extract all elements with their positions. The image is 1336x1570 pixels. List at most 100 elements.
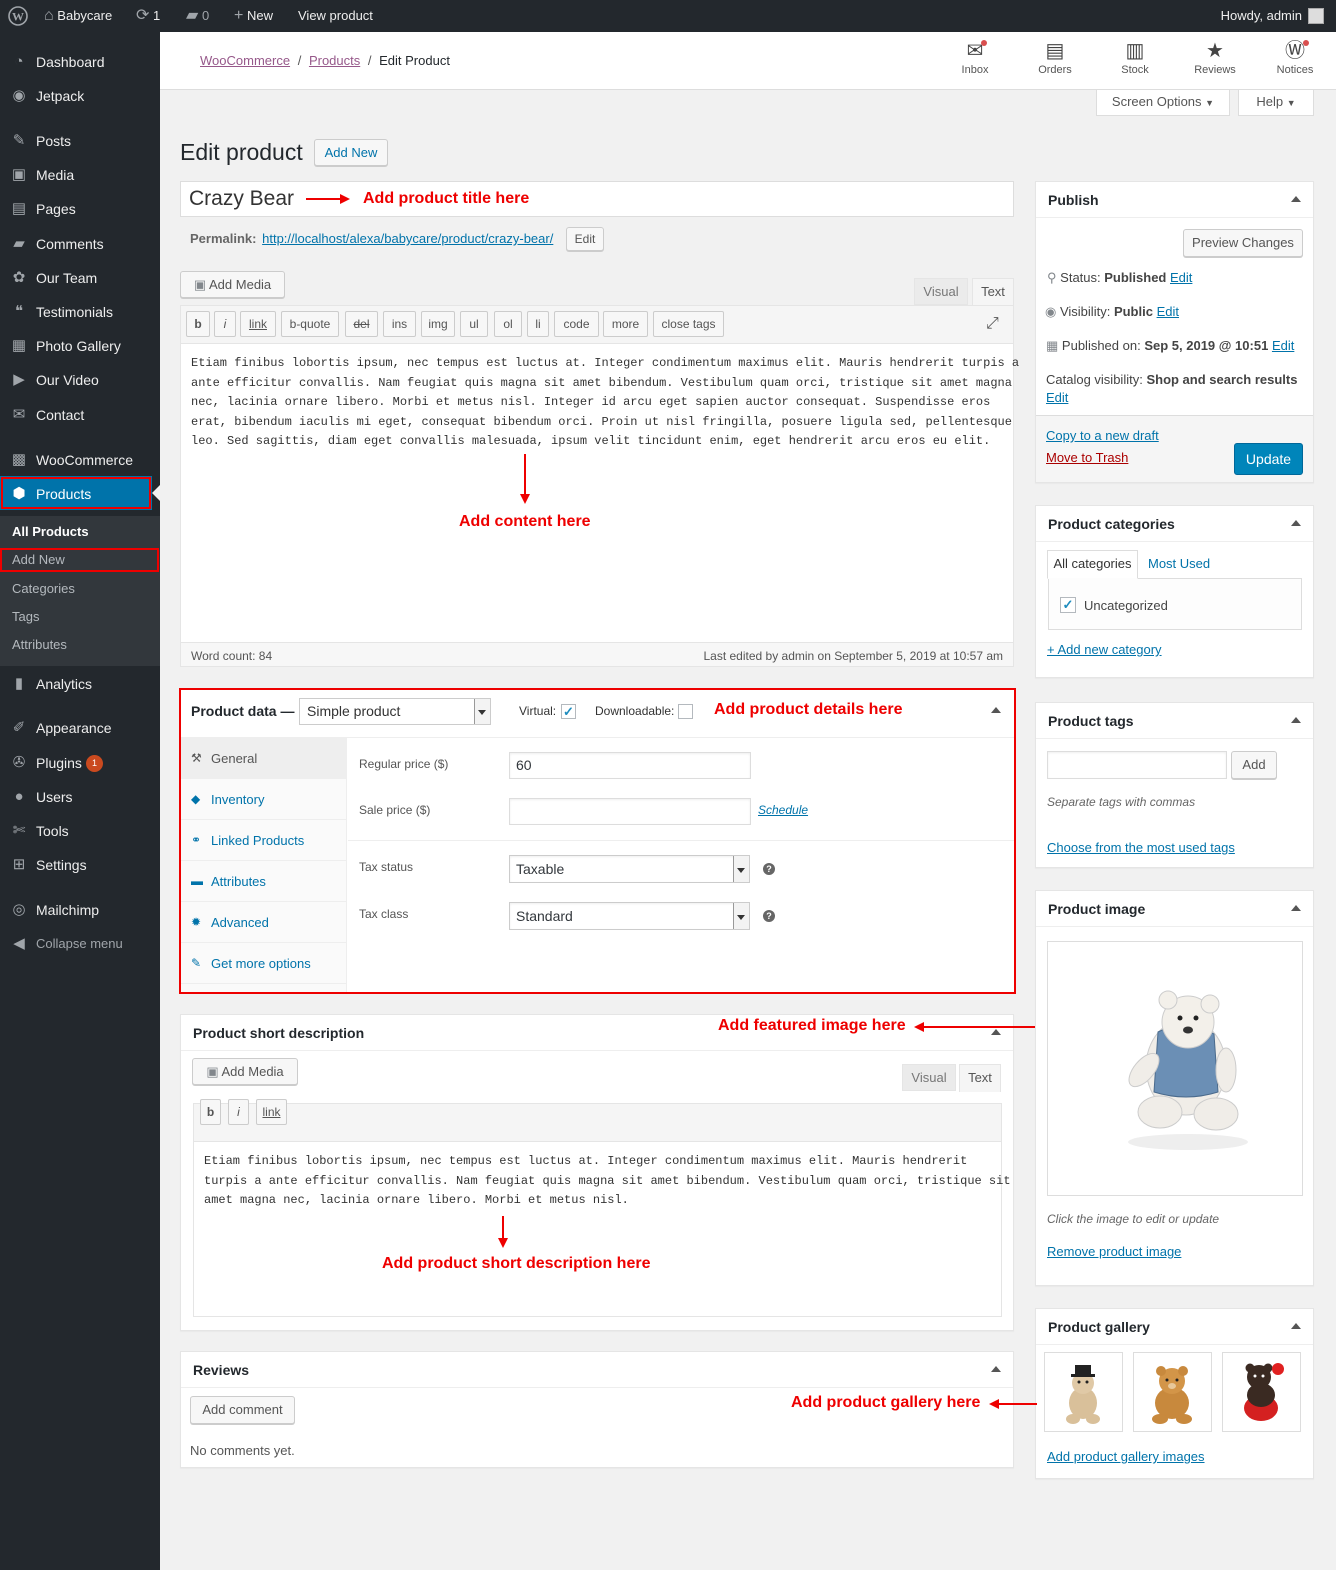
gallery-image[interactable] bbox=[1133, 1352, 1212, 1432]
product-data-tab-linked-products[interactable]: ⚭ Linked Products bbox=[181, 820, 346, 861]
tax-class-select[interactable]: Standard bbox=[509, 902, 750, 930]
help-tip-icon[interactable]: ? bbox=[763, 910, 775, 922]
sidebar-item-comments[interactable]: ▰ Comments bbox=[0, 227, 160, 261]
qt-img[interactable]: img bbox=[421, 311, 455, 337]
qt-b[interactable]: b bbox=[186, 311, 210, 337]
screen-options-button[interactable]: Screen Options ▼ bbox=[1096, 90, 1230, 116]
virtual-checkbox[interactable]: ✓ bbox=[561, 704, 576, 719]
sidebar-item-posts[interactable]: ✎ Posts bbox=[0, 124, 160, 158]
choose-most-used-tags-link[interactable]: Choose from the most used tags bbox=[1047, 840, 1235, 855]
collapse-toggle-icon[interactable] bbox=[1291, 1323, 1301, 1329]
add-media-button[interactable]: ▣ Add Media bbox=[180, 271, 285, 298]
add-new-product-button[interactable]: Add New bbox=[314, 139, 388, 166]
submenu-tags[interactable]: Tags bbox=[12, 609, 39, 624]
sidebar-item-mailchimp[interactable]: ◎ Mailchimp bbox=[0, 893, 160, 927]
short-tab-text[interactable]: Text bbox=[959, 1064, 1001, 1092]
featured-image[interactable] bbox=[1047, 941, 1303, 1196]
move-to-trash-link[interactable]: Move to Trash bbox=[1046, 450, 1128, 465]
help-tip-icon[interactable]: ? bbox=[763, 863, 775, 875]
tax-status-select[interactable]: Taxable bbox=[509, 855, 750, 883]
short-tab-visual[interactable]: Visual bbox=[902, 1064, 956, 1091]
qt-i[interactable]: i bbox=[214, 311, 236, 337]
category-checkbox-uncategorized[interactable]: ✓ bbox=[1060, 597, 1076, 613]
editor-tab-text[interactable]: Text bbox=[972, 278, 1014, 306]
collapse-toggle-icon[interactable] bbox=[1291, 196, 1301, 202]
collapse-toggle-icon[interactable] bbox=[991, 1029, 1001, 1035]
submenu-all-products[interactable]: All Products bbox=[12, 524, 89, 539]
collapse-toggle-icon[interactable] bbox=[1291, 520, 1301, 526]
sidebar-item-testimonials[interactable]: ❝ Testimonials bbox=[0, 295, 160, 329]
collapse-toggle-icon[interactable] bbox=[991, 707, 1001, 713]
qt-del[interactable]: del bbox=[345, 311, 378, 337]
gallery-image[interactable] bbox=[1222, 1352, 1301, 1432]
catalog-edit-link[interactable]: Edit bbox=[1046, 390, 1068, 405]
published-edit-link[interactable]: Edit bbox=[1272, 338, 1294, 353]
view-product-link[interactable]: View product bbox=[298, 0, 373, 32]
qt-more[interactable]: more bbox=[603, 311, 648, 337]
status-edit-link[interactable]: Edit bbox=[1170, 270, 1192, 285]
downloadable-checkbox[interactable] bbox=[678, 704, 693, 719]
editor-tab-visual[interactable]: Visual bbox=[914, 278, 968, 305]
preview-changes-button[interactable]: Preview Changes bbox=[1183, 229, 1303, 257]
tag-input[interactable] bbox=[1047, 751, 1227, 779]
sale-price-input[interactable] bbox=[509, 798, 751, 825]
product-type-select[interactable]: Simple product bbox=[299, 698, 491, 725]
qt-b-quote[interactable]: b-quote bbox=[281, 311, 339, 337]
site-home-link[interactable]: ⌂ Babycare bbox=[44, 0, 112, 32]
tab-most-used[interactable]: Most Used bbox=[1148, 556, 1210, 571]
sidebar-item-photo-gallery[interactable]: ▦ Photo Gallery bbox=[0, 329, 160, 363]
avatar[interactable] bbox=[1308, 8, 1324, 24]
sidebar-item-pages[interactable]: ▤ Pages bbox=[0, 192, 160, 226]
sidebar-item-tools[interactable]: ✄ Tools bbox=[0, 814, 160, 848]
product-data-tab-get-more-options[interactable]: ✎ Get more options bbox=[181, 943, 346, 984]
collapse-toggle-icon[interactable] bbox=[1291, 717, 1301, 723]
howdy-link[interactable]: Howdy, admin bbox=[1221, 0, 1302, 32]
submenu-add-new[interactable]: Add New bbox=[12, 552, 65, 567]
add-new-category-link[interactable]: + Add new category bbox=[1047, 642, 1162, 657]
activity-notices[interactable]: Ⓦ Notices bbox=[1265, 38, 1325, 84]
qt-li[interactable]: li bbox=[527, 311, 549, 337]
remove-product-image-link[interactable]: Remove product image bbox=[1047, 1244, 1181, 1259]
schedule-link[interactable]: Schedule bbox=[758, 803, 808, 817]
add-tag-button[interactable]: Add bbox=[1231, 751, 1277, 779]
qt-ul[interactable]: ul bbox=[460, 311, 488, 337]
sidebar-item-contact[interactable]: ✉ Contact bbox=[0, 398, 160, 432]
updates-link[interactable]: ⟳ 1 bbox=[136, 0, 160, 32]
copy-draft-link[interactable]: Copy to a new draft bbox=[1046, 428, 1159, 443]
sidebar-item-appearance[interactable]: ✐ Appearance bbox=[0, 711, 160, 745]
sidebar-item-media[interactable]: ▣ Media bbox=[0, 158, 160, 192]
sidebar-item-dashboard[interactable]: ◔ Dashboard bbox=[0, 45, 160, 79]
visibility-edit-link[interactable]: Edit bbox=[1157, 304, 1179, 319]
submenu-categories[interactable]: Categories bbox=[12, 581, 75, 596]
short-qt-i[interactable]: i bbox=[228, 1099, 249, 1125]
sidebar-item-jetpack[interactable]: ◉ Jetpack bbox=[0, 79, 160, 113]
wordpress-logo-icon[interactable]: W bbox=[8, 0, 28, 32]
permalink-edit-button[interactable]: Edit bbox=[566, 227, 604, 251]
sidebar-item-woocommerce[interactable]: ▩ WooCommerce bbox=[0, 443, 160, 477]
sidebar-item-products[interactable]: ⬢ Products bbox=[0, 477, 160, 511]
regular-price-input[interactable]: 60 bbox=[509, 752, 751, 779]
sidebar-item-our-video[interactable]: ▶ Our Video bbox=[0, 363, 160, 397]
short-qt-b[interactable]: b bbox=[200, 1099, 221, 1125]
product-data-tab-attributes[interactable]: ▬ Attributes bbox=[181, 861, 346, 902]
activity-reviews[interactable]: ★ Reviews bbox=[1185, 38, 1245, 84]
update-button[interactable]: Update bbox=[1234, 443, 1303, 475]
qt-ins[interactable]: ins bbox=[383, 311, 416, 337]
qt-code[interactable]: code bbox=[554, 311, 599, 337]
activity-orders[interactable]: ▤ Orders bbox=[1025, 38, 1085, 84]
qt-link[interactable]: link bbox=[240, 311, 276, 337]
gallery-image[interactable] bbox=[1044, 1352, 1123, 1432]
add-comment-button[interactable]: Add comment bbox=[190, 1396, 295, 1424]
qt-close-tags[interactable]: close tags bbox=[653, 311, 724, 337]
content-text[interactable]: Etiam finibus lobortis ipsum, nec tempus… bbox=[191, 354, 1019, 452]
short-qt-link[interactable]: link bbox=[256, 1099, 287, 1125]
breadcrumb-woocommerce[interactable]: WooCommerce bbox=[200, 53, 290, 68]
product-data-tab-general[interactable]: ⚒ General bbox=[181, 738, 346, 779]
sidebar-item-analytics[interactable]: ▮ Analytics bbox=[0, 667, 160, 701]
submenu-attributes[interactable]: Attributes bbox=[12, 637, 67, 652]
breadcrumb-products[interactable]: Products bbox=[309, 53, 360, 68]
short-add-media-button[interactable]: ▣ Add Media bbox=[192, 1058, 298, 1085]
sidebar-item-plugins[interactable]: ✇ Plugins 1 bbox=[0, 746, 160, 780]
sidebar-item-users[interactable]: ● Users bbox=[0, 780, 160, 814]
add-gallery-images-link[interactable]: Add product gallery images bbox=[1047, 1449, 1205, 1464]
